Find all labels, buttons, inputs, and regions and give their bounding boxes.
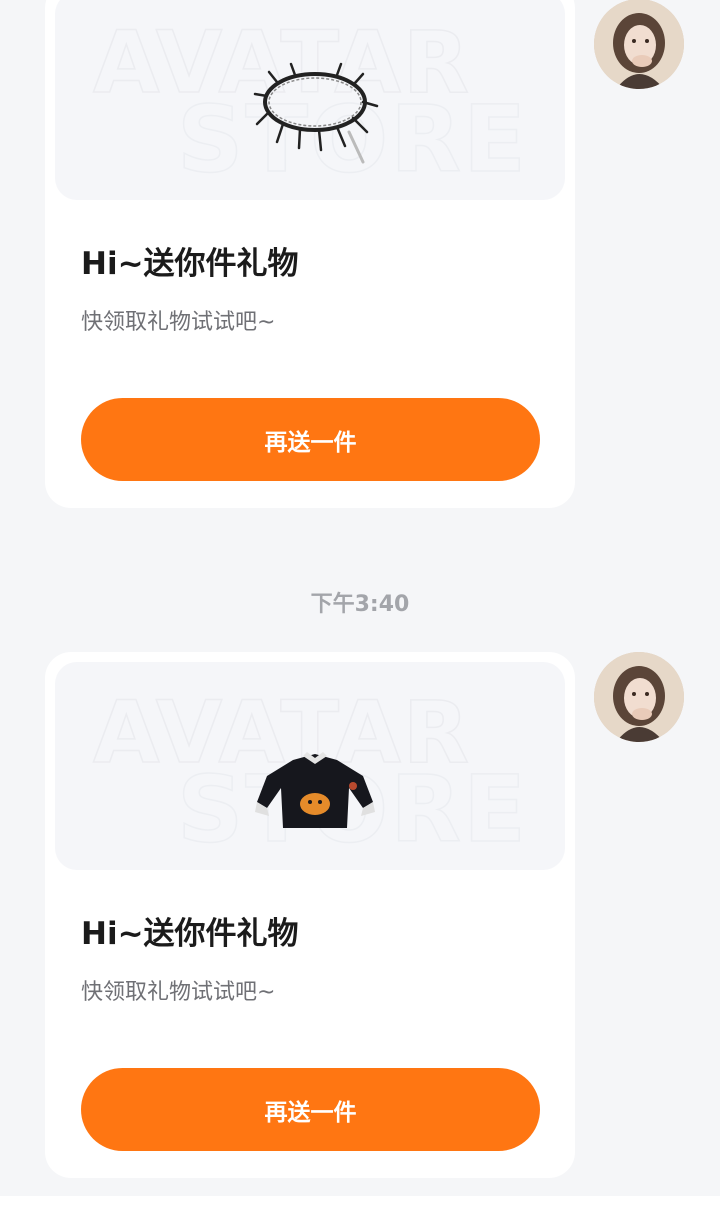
avatar[interactable] (594, 0, 684, 89)
send-another-button[interactable]: 再送一件 (81, 398, 540, 481)
spiked-choker-image (253, 62, 379, 164)
avatar-photo-icon (594, 0, 684, 89)
gift-subtitle: 快领取礼物试试吧~ (81, 980, 276, 1005)
avatar-photo-icon (594, 652, 684, 742)
bottom-edge (0, 1196, 720, 1208)
gift-image-area: AVATAR STORE (55, 662, 565, 870)
gift-card[interactable]: AVATAR STORE Hi~送你件礼物 快领取礼物试试吧~ 再送一件 (45, 0, 575, 508)
chat-window: AVATAR STORE Hi~送你件礼物 快领取礼物试试吧~ 再送一件 下午3… (0, 0, 720, 1208)
gift-title: Hi~送你件礼物 (81, 246, 299, 282)
gift-title: Hi~送你件礼物 (81, 916, 299, 952)
gift-subtitle: 快领取礼物试试吧~ (81, 310, 276, 335)
avatar[interactable] (594, 652, 684, 742)
gift-image-area: AVATAR STORE (55, 0, 565, 200)
send-another-button[interactable]: 再送一件 (81, 1068, 540, 1151)
gift-card[interactable]: AVATAR STORE Hi~送你件礼物 快领取礼物试试吧~ 再送一件 (45, 652, 575, 1178)
black-sweater-image (255, 752, 375, 828)
message-timestamp: 下午3:40 (310, 592, 410, 617)
